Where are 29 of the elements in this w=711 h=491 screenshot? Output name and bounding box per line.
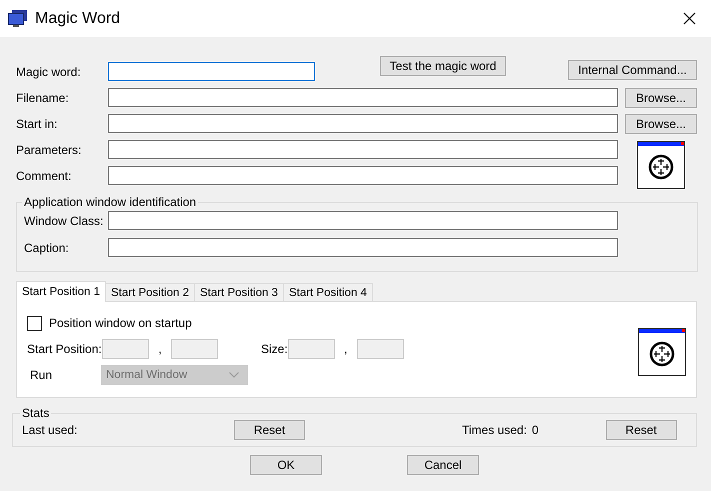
internal-command-button[interactable]: Internal Command... [568, 60, 697, 80]
reset-button[interactable]: Reset [606, 420, 677, 440]
times-used-label: Times used: [462, 423, 527, 437]
field-label: Filename: [16, 90, 70, 104]
field-label: Window Class: [24, 214, 104, 228]
separator: , [343, 342, 348, 356]
field-label: Run [29, 368, 54, 382]
reset-button[interactable]: Reset [234, 420, 305, 440]
tab[interactable]: Start Position 4 [282, 283, 373, 301]
browse-button[interactable]: Browse... [625, 88, 697, 108]
group-title: Stats [21, 406, 50, 420]
browse-button[interactable]: Browse... [625, 114, 697, 134]
field-label: Caption: [24, 240, 70, 254]
field-label: Start Position: [27, 342, 102, 356]
ok-button[interactable]: OK [250, 455, 322, 475]
field-label: Comment: [16, 168, 72, 182]
field-label: Parameters: [16, 142, 82, 156]
cancel-button[interactable]: Cancel [407, 455, 479, 475]
test-button[interactable]: Test the magic word [380, 56, 506, 76]
last-used-label: Last used: [22, 423, 78, 437]
separator: , [157, 342, 163, 356]
field-label: Size: [261, 342, 288, 356]
group-title: Application window identification [23, 195, 198, 209]
times-used-value: 0 [532, 423, 539, 437]
field-label: Start in: [16, 116, 58, 130]
window-title: Magic Word [35, 10, 122, 28]
field-label: Magic word: [16, 64, 82, 78]
checkbox-label: Position window on startup [49, 316, 192, 330]
tab[interactable]: Start Position 1 [16, 281, 106, 302]
